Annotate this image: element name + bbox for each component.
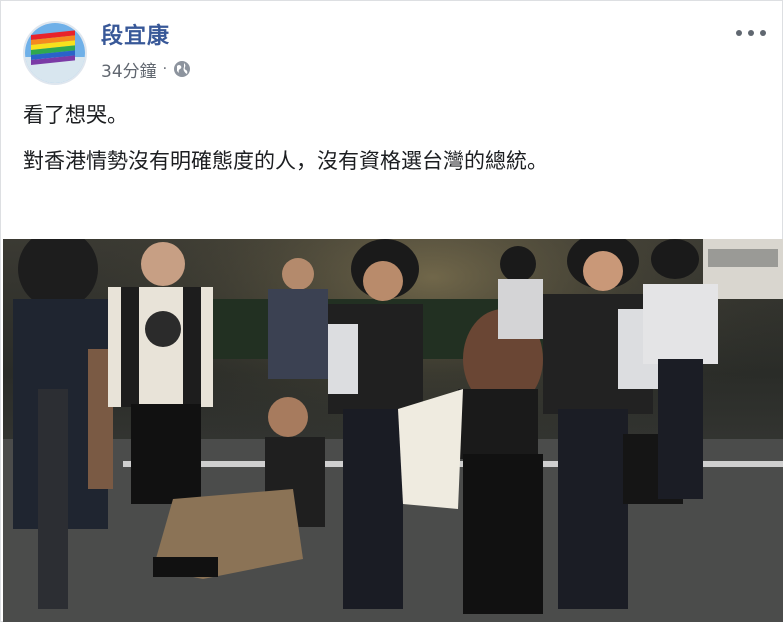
more-dot	[736, 30, 742, 36]
facebook-post: 段宜康 34分鐘 · 看了想哭。 對香港情勢沒有明確態度的人，沒有資格選台灣的總…	[0, 0, 783, 622]
author-block: 段宜康 34分鐘 ·	[101, 23, 191, 82]
post-line-1: 看了想哭。	[23, 103, 128, 127]
meta-separator: ·	[162, 61, 168, 77]
post-meta: 34分鐘 ·	[101, 57, 191, 82]
post-body: 看了想哭。 對香港情勢沒有明確態度的人，沒有資格選台灣的總統。	[23, 101, 548, 193]
author-name-link[interactable]: 段宜康	[101, 23, 191, 51]
post-line-2: 對香港情勢沒有明確態度的人，沒有資格選台灣的總統。	[23, 149, 548, 173]
more-options-icon[interactable]	[736, 23, 766, 43]
rainbow-flag-avatar-image	[25, 23, 85, 83]
post-timestamp[interactable]: 34分鐘	[101, 57, 157, 82]
protest-arrest-photo	[3, 239, 783, 622]
globe-icon[interactable]	[173, 60, 191, 78]
post-header: 段宜康 34分鐘 ·	[23, 21, 191, 85]
author-avatar[interactable]	[23, 21, 87, 85]
more-dot	[760, 30, 766, 36]
post-photo[interactable]	[3, 239, 783, 622]
more-dot	[748, 30, 754, 36]
